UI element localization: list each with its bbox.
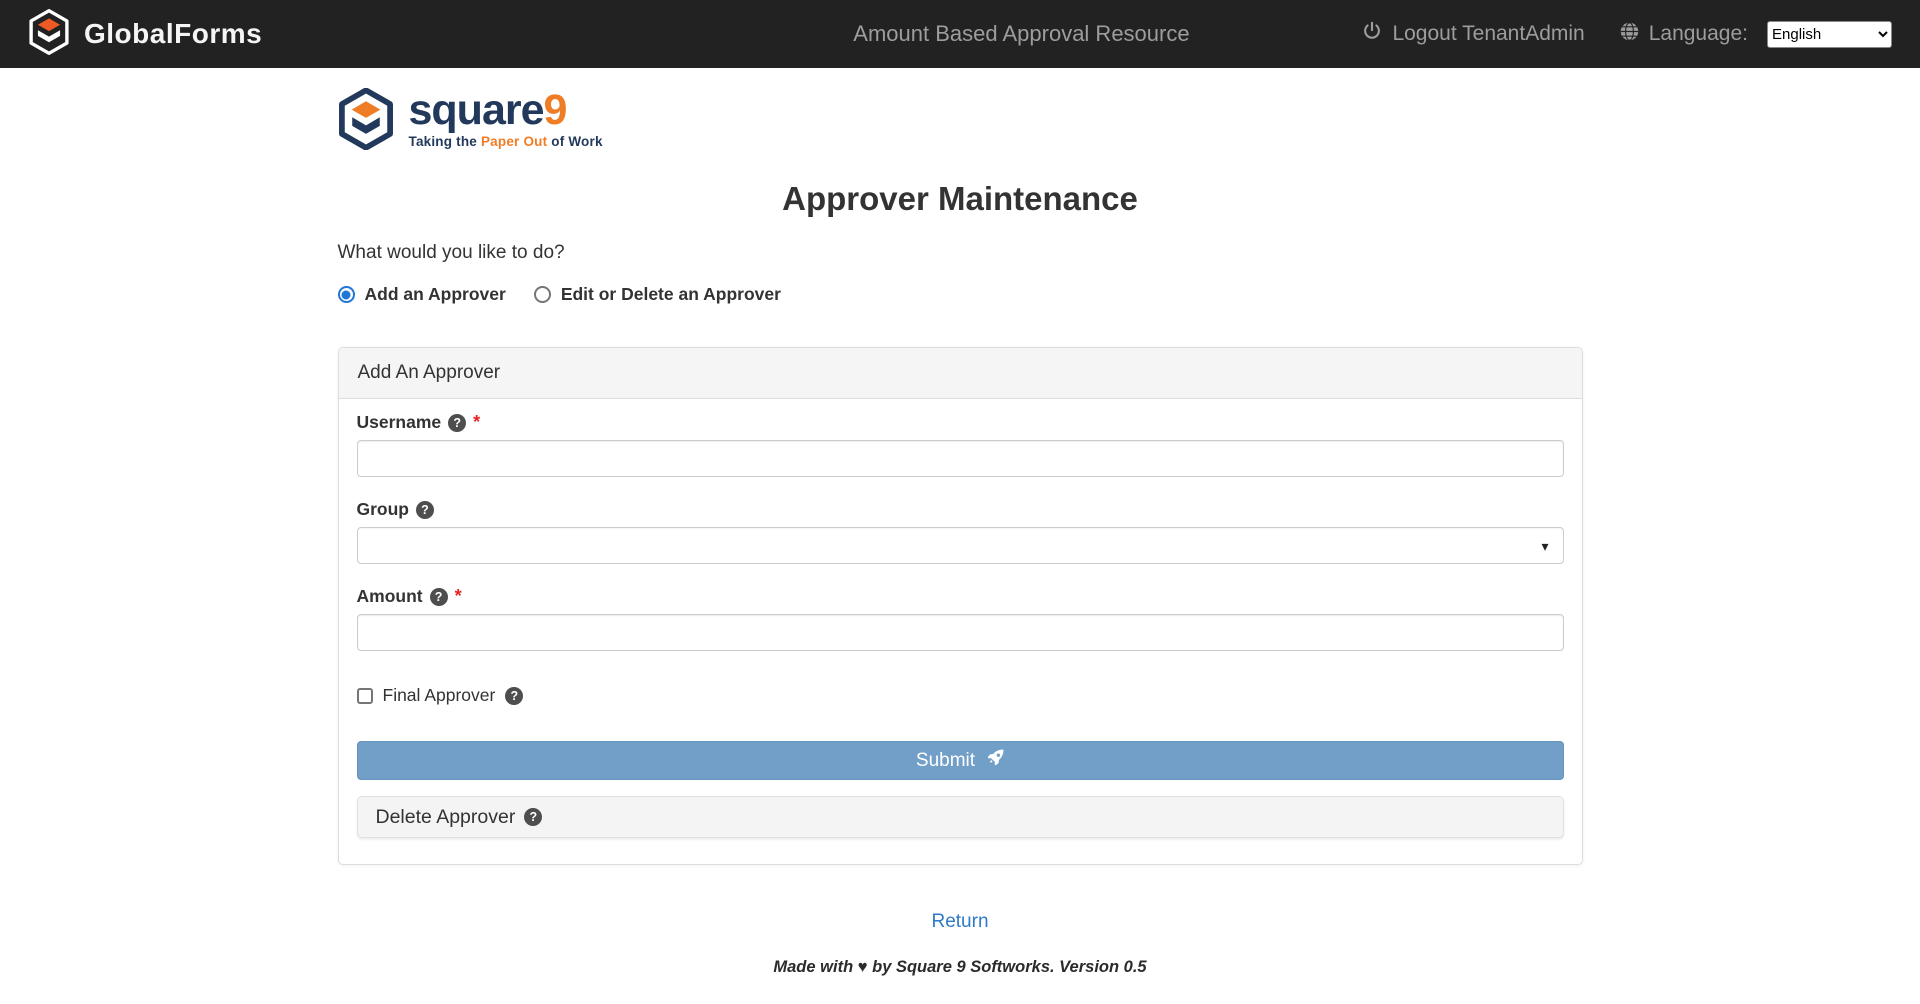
brand-title: GlobalForms — [84, 18, 262, 50]
return-link[interactable]: Return — [338, 911, 1583, 933]
globalforms-brand[interactable]: GlobalForms — [28, 9, 262, 60]
question-icon[interactable]: ? — [448, 414, 466, 432]
username-group: Username ? * — [357, 412, 1564, 477]
username-label: Username — [357, 412, 442, 433]
group-select[interactable]: ▾ — [357, 527, 1564, 564]
username-input[interactable] — [357, 440, 1564, 477]
final-approver-row: Final Approver ? — [357, 685, 1564, 706]
delete-approver-header[interactable]: Delete Approver ? — [357, 796, 1564, 838]
globalforms-logo-icon — [28, 9, 70, 60]
main-container: square9 Taking the Paper Out of Work App… — [338, 88, 1583, 977]
navbar-page-title: Amount Based Approval Resource — [853, 21, 1189, 47]
question-icon[interactable]: ? — [524, 808, 542, 826]
globe-icon — [1619, 21, 1640, 48]
footer-credit: Made with ♥ by Square 9 Softworks. Versi… — [338, 958, 1583, 977]
radio-edit-delete-approver[interactable] — [534, 286, 551, 303]
question-icon[interactable]: ? — [416, 501, 434, 519]
final-approver-label[interactable]: Final Approver — [383, 685, 496, 706]
square9-tagline: Taking the Paper Out of Work — [409, 134, 603, 149]
mode-radio-group: Add an Approver Edit or Delete an Approv… — [338, 284, 1583, 305]
question-icon[interactable]: ? — [430, 588, 448, 606]
radio-add-approver-label[interactable]: Add an Approver — [365, 284, 506, 305]
submit-button[interactable]: Submit — [357, 741, 1564, 780]
panel-header: Add An Approver — [339, 348, 1582, 399]
amount-input[interactable] — [357, 614, 1564, 651]
amount-group: Amount ? * — [357, 586, 1564, 651]
required-asterisk: * — [473, 412, 480, 433]
language-label: Language: — [1649, 22, 1748, 46]
group-label: Group — [357, 499, 410, 520]
group-group: Group ? ▾ — [357, 499, 1564, 564]
submit-label: Submit — [916, 750, 975, 772]
logout-button[interactable]: Logout TenantAdmin — [1361, 20, 1584, 48]
delete-approver-label: Delete Approver — [376, 806, 516, 829]
navbar-right: Logout TenantAdmin Language: English — [1361, 20, 1892, 48]
logout-label: Logout TenantAdmin — [1392, 22, 1584, 46]
language-select[interactable]: English — [1767, 21, 1892, 48]
top-navbar: GlobalForms Amount Based Approval Resour… — [0, 0, 1920, 68]
radio-edit-delete-approver-label[interactable]: Edit or Delete an Approver — [561, 284, 781, 305]
amount-label: Amount — [357, 586, 423, 607]
square9-hexagon-icon — [338, 88, 394, 155]
rocket-icon — [986, 749, 1004, 773]
language-group: Language: English — [1619, 21, 1892, 48]
square9-digit: 9 — [544, 86, 567, 134]
power-icon — [1361, 20, 1383, 48]
required-asterisk: * — [455, 586, 462, 607]
final-approver-checkbox[interactable] — [357, 688, 373, 704]
question-icon[interactable]: ? — [505, 687, 523, 705]
page-title: Approver Maintenance — [338, 180, 1583, 218]
add-approver-panel: Add An Approver Username ? * Group ? ▾ — [338, 347, 1583, 865]
square9-logo: square9 Taking the Paper Out of Work — [338, 88, 1583, 152]
square9-wordmark: square9 — [409, 88, 603, 132]
radio-add-approver[interactable] — [338, 286, 355, 303]
question-text: What would you like to do? — [338, 242, 1583, 264]
chevron-down-icon: ▾ — [1541, 539, 1548, 553]
